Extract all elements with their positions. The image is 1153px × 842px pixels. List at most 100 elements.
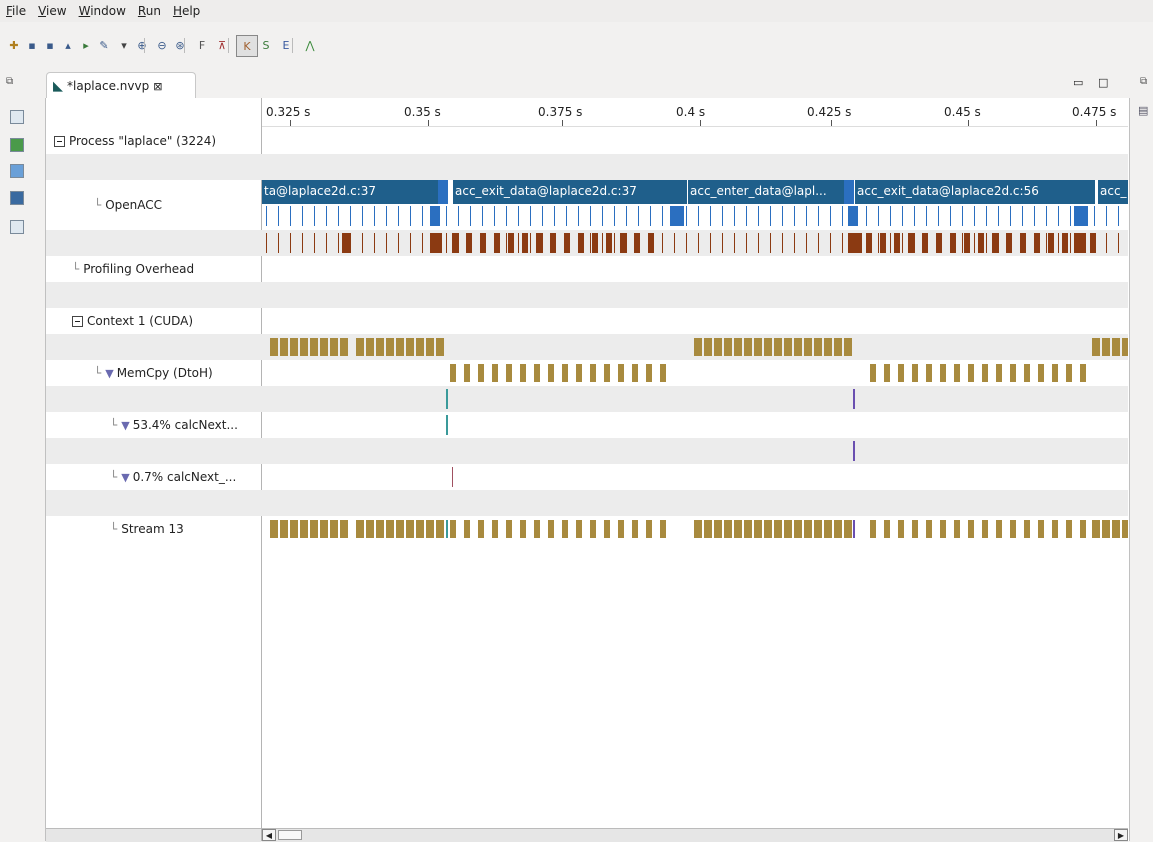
driver-api-call[interactable] (578, 233, 584, 253)
stream-memcpy[interactable] (898, 520, 904, 538)
driver-api-call[interactable] (936, 233, 942, 253)
openacc-tick[interactable] (314, 206, 315, 226)
stream-memcpy[interactable] (416, 520, 424, 538)
openacc-tick[interactable] (866, 206, 867, 226)
stream-memcpy[interactable] (884, 520, 890, 538)
stream-memcpy[interactable] (724, 520, 732, 538)
openacc-tick[interactable] (662, 206, 663, 226)
memcpy-dtoh[interactable] (1066, 364, 1072, 382)
stream-memcpy[interactable] (376, 520, 384, 538)
memcpy-dtoh[interactable] (548, 364, 554, 382)
driver-api-tick[interactable] (602, 233, 603, 253)
openacc-tick[interactable] (590, 206, 591, 226)
memcpy-htod[interactable] (416, 338, 424, 356)
openacc-range[interactable]: ta@laplace2d.c:37 (262, 180, 448, 204)
openacc-tick[interactable] (1034, 206, 1035, 226)
openacc-tick[interactable] (374, 206, 375, 226)
driver-api-tick[interactable] (410, 233, 411, 253)
stream-memcpy[interactable] (396, 520, 404, 538)
stream-memcpy[interactable] (618, 520, 624, 538)
driver-api-tick[interactable] (626, 233, 627, 253)
stream-memcpy[interactable] (310, 520, 318, 538)
stream-memcpy[interactable] (464, 520, 470, 538)
driver-api-tick[interactable] (374, 233, 375, 253)
driver-api-tick[interactable] (542, 233, 543, 253)
console-panel-icon[interactable] (10, 220, 24, 234)
zoom-out-icon[interactable]: ⊖ (152, 35, 172, 55)
memcpy-dtoh[interactable] (898, 364, 904, 382)
memcpy-dtoh[interactable] (618, 364, 624, 382)
memcpy-htod[interactable] (366, 338, 374, 356)
openacc-tick[interactable] (458, 206, 459, 226)
openacc-tick[interactable] (1058, 206, 1059, 226)
compute-kernel[interactable] (446, 389, 448, 409)
stream-memcpy[interactable] (744, 520, 752, 538)
memcpy-htod[interactable] (814, 338, 822, 356)
save-all-icon[interactable]: ▪ (40, 35, 60, 55)
memcpy-htod[interactable] (784, 338, 792, 356)
memcpy-dtoh[interactable] (1038, 364, 1044, 382)
restore-icon-right[interactable]: ⧉ (1140, 76, 1147, 87)
stream-memcpy[interactable] (1092, 520, 1100, 538)
driver-api-call[interactable] (606, 233, 612, 253)
memcpy-dtoh[interactable] (996, 364, 1002, 382)
openacc-tick[interactable] (554, 206, 555, 226)
stream-memcpy[interactable] (548, 520, 554, 538)
stream-memcpy[interactable] (520, 520, 526, 538)
openacc-tick[interactable] (350, 206, 351, 226)
openacc-marker[interactable] (438, 180, 448, 204)
openacc-block[interactable] (670, 206, 684, 226)
export-icon[interactable]: ▸ (76, 35, 96, 55)
stream-memcpy[interactable] (804, 520, 812, 538)
driver-api-tick[interactable] (674, 233, 675, 253)
stream-memcpy[interactable] (340, 520, 348, 538)
driver-api-call[interactable] (1020, 233, 1026, 253)
driver-api-call[interactable] (922, 233, 928, 253)
openacc-tick[interactable] (650, 206, 651, 226)
openacc-tick[interactable] (362, 206, 363, 226)
memcpy-htod[interactable] (804, 338, 812, 356)
memcpy-htod[interactable] (764, 338, 772, 356)
driver-api-tick[interactable] (266, 233, 267, 253)
minimize-icon[interactable]: ▭ (1073, 76, 1083, 89)
driver-api-tick[interactable] (686, 233, 687, 253)
openacc-tick[interactable] (998, 206, 999, 226)
openacc-tick[interactable] (986, 206, 987, 226)
memcpy-dtoh[interactable] (534, 364, 540, 382)
driver-api-tick[interactable] (914, 233, 915, 253)
filter-icon[interactable]: F (192, 35, 212, 55)
memcpy-dtoh[interactable] (590, 364, 596, 382)
openacc-tick[interactable] (794, 206, 795, 226)
openacc-tick[interactable] (878, 206, 879, 226)
memcpy-dtoh[interactable] (926, 364, 932, 382)
openacc-tick[interactable] (614, 206, 615, 226)
memcpy-htod[interactable] (744, 338, 752, 356)
menu-item-window[interactable]: Window (73, 4, 132, 18)
memcpy-dtoh[interactable] (982, 364, 988, 382)
grid-panel-icon[interactable] (10, 164, 24, 178)
openacc-tick[interactable] (818, 206, 819, 226)
driver-api-call[interactable] (1090, 233, 1096, 253)
stream-memcpy[interactable] (590, 520, 596, 538)
driver-api-call[interactable] (634, 233, 640, 253)
driver-api-tick[interactable] (770, 233, 771, 253)
openacc-tick[interactable] (902, 206, 903, 226)
driver-api-tick[interactable] (422, 233, 423, 253)
driver-api-call[interactable] (522, 233, 528, 253)
memcpy-dtoh[interactable] (1052, 364, 1058, 382)
driver-api-call[interactable] (880, 233, 886, 253)
memcpy-htod[interactable] (714, 338, 722, 356)
close-icon[interactable]: ⊠ (153, 80, 162, 93)
openacc-block[interactable] (848, 206, 858, 226)
stream-memcpy[interactable] (492, 520, 498, 538)
openacc-tick[interactable] (974, 206, 975, 226)
memcpy-htod[interactable] (794, 338, 802, 356)
stream-memcpy[interactable] (1112, 520, 1120, 538)
memcpy-htod[interactable] (734, 338, 742, 356)
driver-api-call[interactable] (508, 233, 514, 253)
driver-api-tick[interactable] (1058, 233, 1059, 253)
driver-api-tick[interactable] (710, 233, 711, 253)
memcpy-dtoh[interactable] (492, 364, 498, 382)
driver-api-tick[interactable] (830, 233, 831, 253)
driver-api-tick[interactable] (662, 233, 663, 253)
